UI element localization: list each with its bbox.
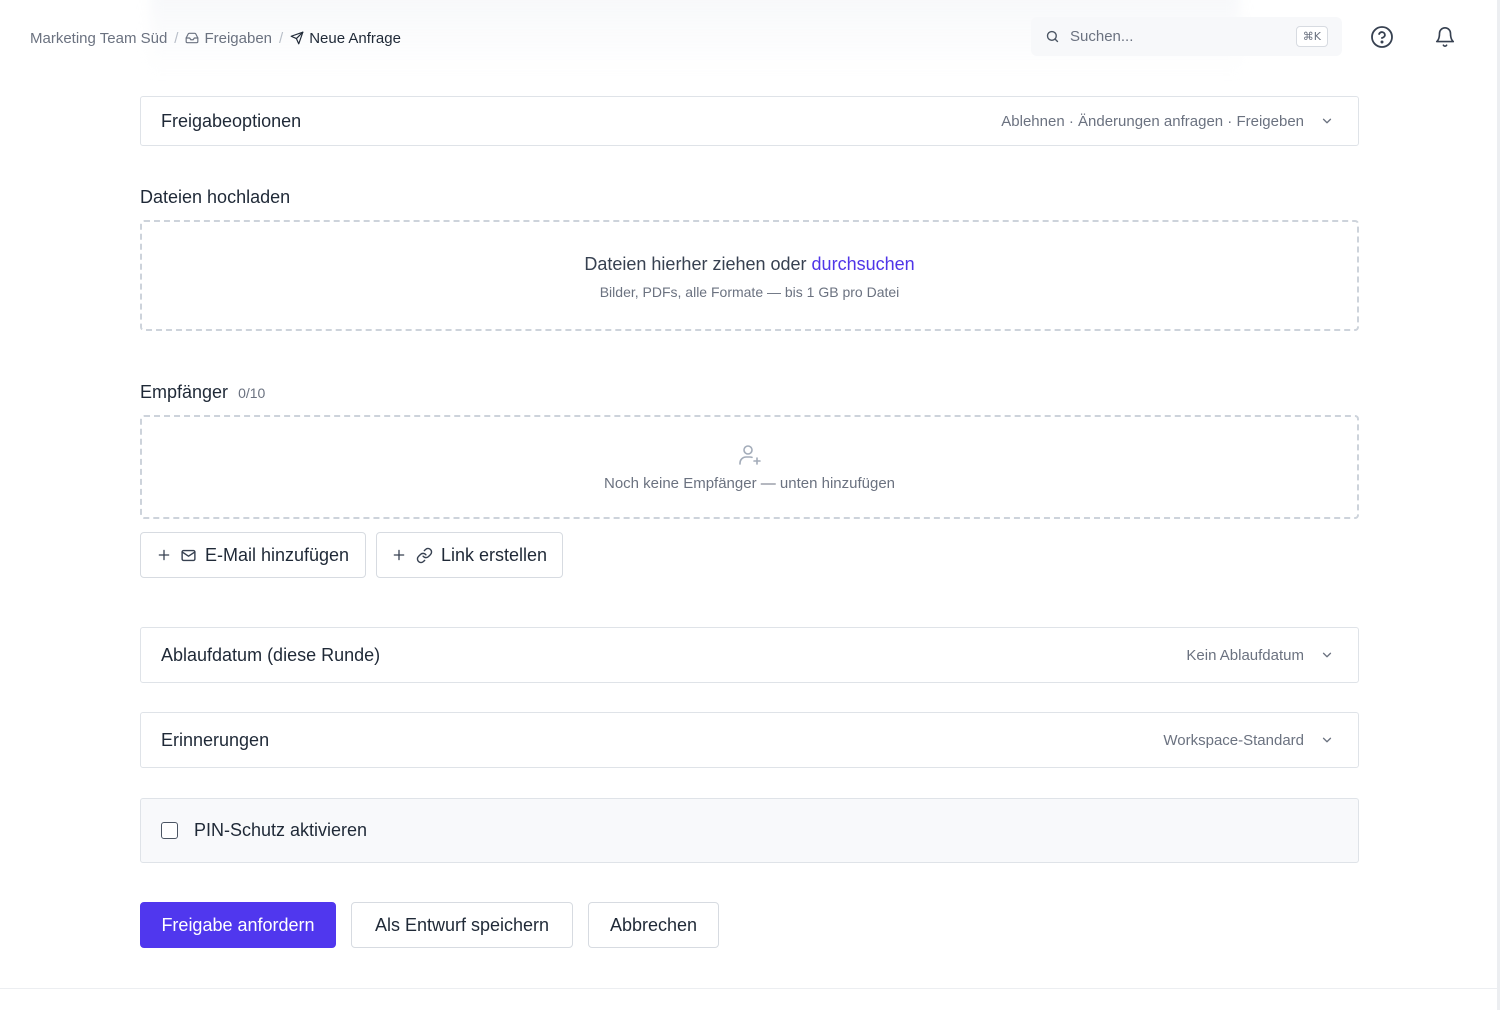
inbox-icon — [186, 32, 199, 44]
recipients-section-label: Empfänger 0/10 — [140, 382, 265, 403]
plus-icon — [158, 549, 170, 561]
dropzone-instruction: Dateien hierher ziehen oder — [584, 254, 807, 274]
breadcrumb-section-label: Freigaben — [204, 29, 273, 47]
breadcrumb-section[interactable]: Freigaben — [185, 30, 272, 47]
create-link-label: Link erstellen — [440, 544, 548, 565]
add-email-button[interactable]: E-Mail hinzufügen — [140, 532, 366, 578]
footer-divider — [0, 988, 1500, 989]
approval-options-title: Freigabeoptionen — [161, 110, 302, 131]
expiry-value: Kein Ablaufdatum — [1186, 646, 1304, 664]
request-approval-button[interactable]: Freigabe anfordern — [140, 902, 336, 948]
top-bar: Marketing Team Süd / Freigaben / Neue An… — [0, 0, 1500, 74]
chevron-down-icon — [1320, 733, 1338, 747]
recipients-empty-text: Noch keine Empfänger — unten hinzufügen — [603, 475, 896, 492]
pin-protection-label[interactable]: PIN-Schutz aktivieren — [194, 820, 367, 841]
add-email-label: E-Mail hinzufügen — [204, 544, 350, 565]
recipients-count: 0/10 — [238, 385, 266, 401]
breadcrumb: Marketing Team Süd / Freigaben / Neue An… — [30, 28, 401, 48]
search-shortcut-badge: ⌘K — [1295, 26, 1328, 47]
reminders-accordion[interactable]: Erinnerungen Workspace-Standard — [140, 712, 1359, 768]
help-circle-icon — [1371, 26, 1393, 48]
recipients-empty-state: Noch keine Empfänger — unten hinzufügen — [140, 415, 1359, 519]
expiry-title: Ablaufdatum (diese Runde) — [161, 644, 381, 665]
cancel-button[interactable]: Abbrechen — [588, 902, 719, 948]
reminders-value: Workspace-Standard — [1163, 731, 1304, 749]
link-icon — [416, 547, 433, 563]
upload-label: Dateien hochladen — [140, 187, 291, 207]
pin-protection-row: PIN-Schutz aktivieren — [140, 798, 1359, 863]
pin-protection-checkbox[interactable] — [161, 822, 178, 839]
search-icon — [1046, 30, 1059, 43]
chevron-down-icon — [1320, 648, 1338, 662]
dropzone-hint: Bilder, PDFs, alle Formate — bis 1 GB pr… — [599, 284, 900, 300]
mail-icon — [181, 549, 196, 561]
send-icon — [290, 31, 304, 45]
dropzone-text: Dateien hierher ziehen oder durchsuchen — [142, 254, 1357, 275]
create-link-button[interactable]: Link erstellen — [376, 532, 563, 578]
save-draft-button[interactable]: Als Entwurf speichern — [351, 902, 573, 948]
breadcrumb-current: Neue Anfrage — [290, 30, 401, 47]
breadcrumb-workspace[interactable]: Marketing Team Süd — [30, 30, 167, 47]
breadcrumb-separator: / — [174, 29, 179, 47]
bell-icon — [1435, 27, 1455, 47]
chevron-down-icon — [1320, 114, 1338, 128]
browse-files-link[interactable]: durchsuchen — [812, 254, 915, 274]
approval-options-value: Ablehnen · Änderungen anfragen · Freigeb… — [1001, 112, 1304, 130]
plus-icon — [393, 549, 405, 561]
expiry-accordion[interactable]: Ablaufdatum (diese Runde) Kein Ablaufdat… — [140, 627, 1359, 683]
breadcrumb-separator: / — [279, 29, 284, 47]
breadcrumb-current-label: Neue Anfrage — [309, 29, 401, 47]
file-dropzone[interactable]: Dateien hierher ziehen oder durchsuchen … — [140, 220, 1359, 331]
search-box[interactable]: ⌘K — [1031, 17, 1342, 56]
help-button[interactable] — [1367, 22, 1397, 52]
search-input[interactable] — [1070, 28, 1296, 45]
add-user-icon — [142, 443, 1357, 467]
recipients-label: Empfänger — [140, 382, 229, 402]
reminders-title: Erinnerungen — [161, 729, 270, 750]
approval-options-accordion[interactable]: Freigabeoptionen Ablehnen · Änderungen a… — [140, 96, 1359, 146]
notifications-button[interactable] — [1430, 22, 1460, 52]
upload-section-label: Dateien hochladen — [140, 187, 290, 208]
